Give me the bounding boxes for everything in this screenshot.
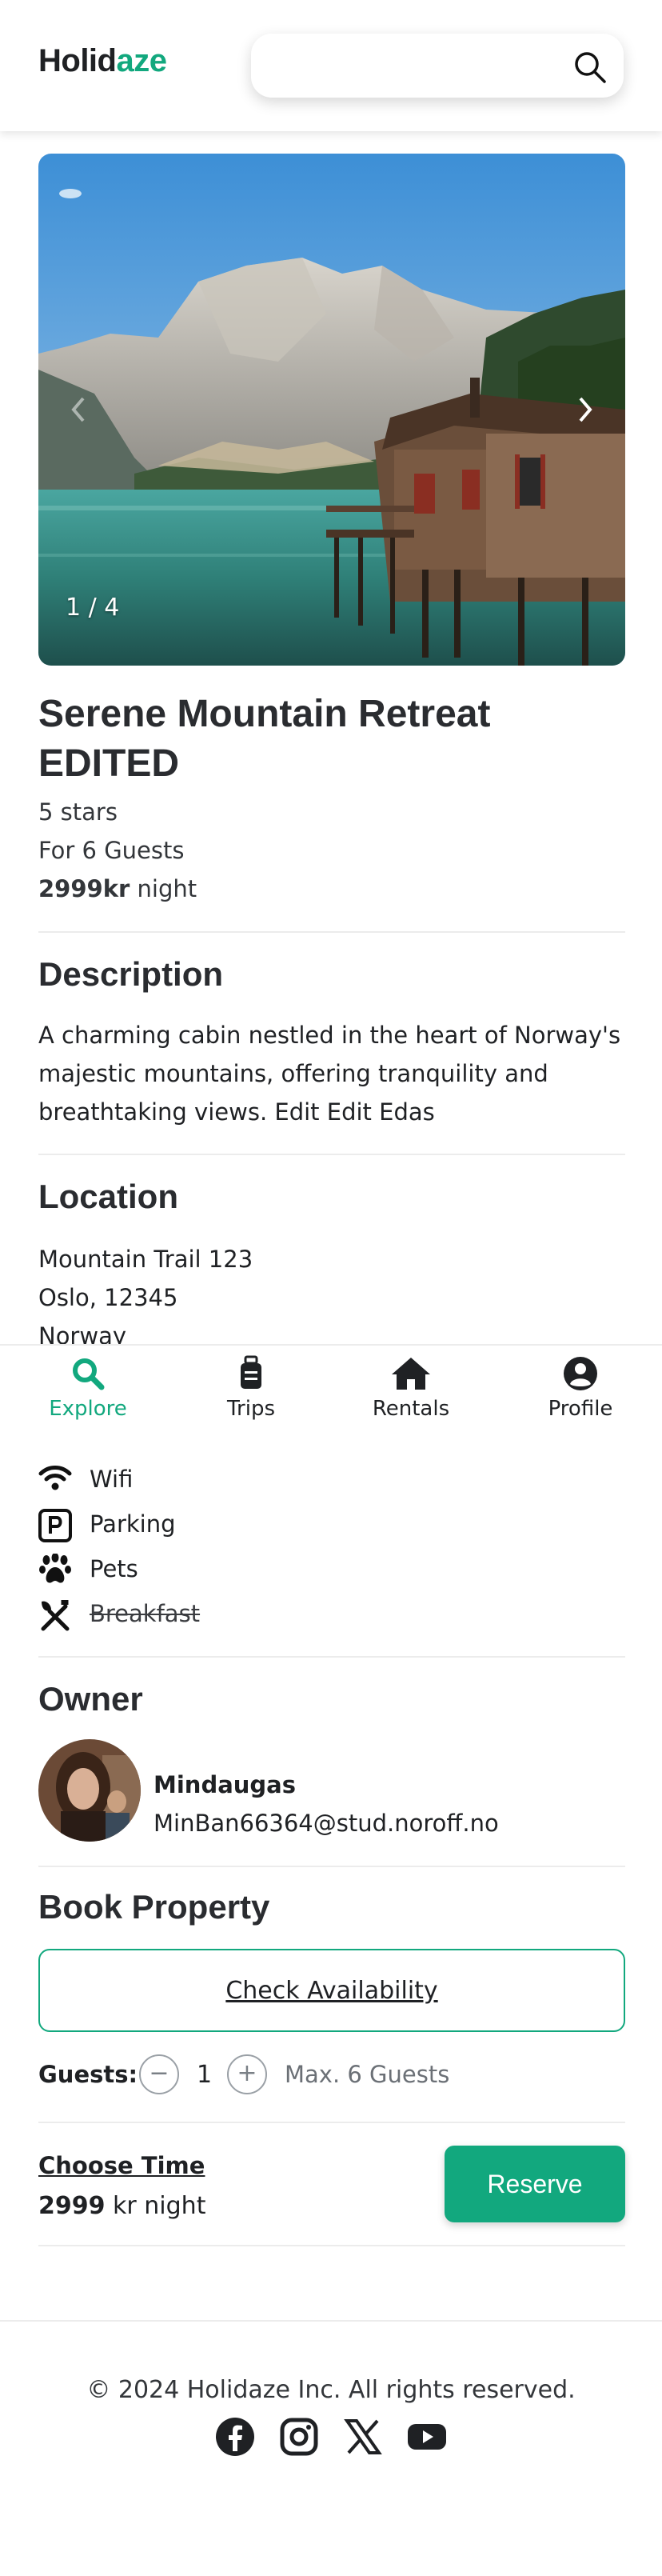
owner-email[interactable]: MinBan66364@stud.noroff.no [154, 1810, 499, 1837]
carousel-next-button[interactable] [561, 386, 609, 434]
amenity-label: Wifi [90, 1466, 134, 1493]
nav-item-trips[interactable]: Trips [179, 1355, 323, 1421]
amenity-label: Breakfast [90, 1600, 201, 1627]
user-icon [564, 1357, 597, 1390]
logo-accent-text: aze [116, 43, 167, 78]
amenity-label: Parking [90, 1510, 176, 1538]
nav-label: Profile [548, 1397, 613, 1421]
booking-price-suffix: kr night [113, 2192, 206, 2220]
owner-heading: Owner [38, 1680, 143, 1718]
guests-count: 1 [197, 2061, 213, 2089]
divider [38, 2122, 625, 2123]
nav-item-profile[interactable]: Profile [508, 1355, 652, 1421]
amenity-pets: Pets [38, 1552, 358, 1587]
address-line: Mountain Trail 123 [38, 1246, 253, 1273]
book-property-heading: Book Property [38, 1888, 270, 1926]
divider [38, 1656, 625, 1658]
price-unit: night [137, 875, 197, 902]
location-address: Mountain Trail 123 Oslo, 12345 Norway [38, 1240, 625, 1355]
venue-photo [38, 154, 625, 666]
home-icon [392, 1358, 430, 1390]
divider [38, 1866, 625, 1867]
utensils-icon [41, 1600, 70, 1631]
venue-title: Serene Mountain Retreat EDITED [38, 690, 625, 789]
nav-label: Trips [226, 1397, 276, 1421]
description-line: A charming cabin nestled in the heart of… [38, 1022, 621, 1049]
paw-icon [39, 1554, 71, 1583]
divider [38, 1154, 625, 1155]
description-line: majestic mountains, offering tranquility… [38, 1060, 548, 1087]
search-input[interactable] [270, 48, 558, 83]
parking-icon [38, 1509, 72, 1542]
venue-title-line: EDITED [38, 742, 180, 785]
owner-avatar-photo [38, 1739, 141, 1842]
price-value: 2999kr [38, 875, 130, 902]
search-bar [251, 34, 624, 98]
divider [38, 2245, 625, 2246]
venue-title-line: Serene Mountain Retreat [38, 693, 491, 735]
divider [38, 931, 625, 933]
youtube-icon[interactable] [406, 2416, 448, 2458]
logo-text: Holid [38, 43, 117, 78]
venue-max-guests: For 6 Guests [38, 837, 185, 864]
description-heading: Description [38, 955, 224, 993]
booking-price: 2999 kr night [38, 2192, 205, 2220]
increment-guests-button[interactable]: + [227, 2054, 267, 2094]
amenity-parking: Parking [38, 1507, 358, 1542]
nav-item-rentals[interactable]: Rentals [339, 1355, 483, 1421]
suitcase-icon [241, 1355, 261, 1389]
city-line: Oslo, 12345 [38, 1284, 178, 1311]
search-icon[interactable] [571, 48, 609, 86]
x-icon[interactable] [342, 2416, 384, 2458]
guests-label: Guests: [38, 2061, 138, 2088]
location-heading: Location [38, 1178, 178, 1215]
chevron-left-icon [71, 397, 85, 422]
carousel-prev-button[interactable] [54, 386, 102, 434]
max-guests-text: Max. 6 Guests [285, 2061, 450, 2088]
check-availability-button[interactable]: Check Availability [38, 1949, 625, 2032]
nav-label: Explore [49, 1397, 127, 1421]
nav-item-explore[interactable]: Explore [16, 1355, 160, 1421]
carousel-counter: 1 / 4 [66, 594, 120, 622]
copyright-text: © 2024 Holidaze Inc. All rights reserved… [86, 2376, 576, 2404]
decrement-guests-button[interactable]: − [139, 2054, 179, 2094]
reserve-button[interactable]: Reserve [445, 2146, 625, 2222]
amenity-breakfast: Breakfast [38, 1597, 358, 1632]
description-text: A charming cabin nestled in the heart of… [38, 1016, 625, 1131]
instagram-icon[interactable] [278, 2416, 320, 2458]
site-header: Holidaze [0, 0, 662, 131]
bottom-nav: Explore Trips Rentals Profile [0, 1344, 662, 1429]
logo[interactable]: Holidaze [38, 43, 167, 79]
site-footer: © 2024 Holidaze Inc. All rights reserved… [0, 2320, 662, 2576]
venue-price: 2999kr night [38, 875, 625, 902]
amenity-wifi: Wifi [38, 1462, 358, 1498]
search-icon [73, 1358, 105, 1390]
wifi-icon [38, 1466, 72, 1490]
choose-time-link[interactable]: Choose Time [38, 2152, 205, 2179]
venue-rating: 5 stars [38, 798, 118, 826]
amenity-label: Pets [90, 1555, 138, 1582]
owner-name: Mindaugas [154, 1771, 297, 1798]
description-line: breathtaking views. Edit Edit Edas [38, 1098, 435, 1126]
booking-price-value: 2999 [38, 2192, 106, 2220]
chevron-right-icon [579, 397, 592, 422]
nav-label: Rentals [372, 1397, 450, 1421]
facebook-icon[interactable] [214, 2416, 256, 2458]
owner-avatar [38, 1739, 141, 1842]
venue-image-carousel: 1 / 4 [38, 154, 625, 666]
